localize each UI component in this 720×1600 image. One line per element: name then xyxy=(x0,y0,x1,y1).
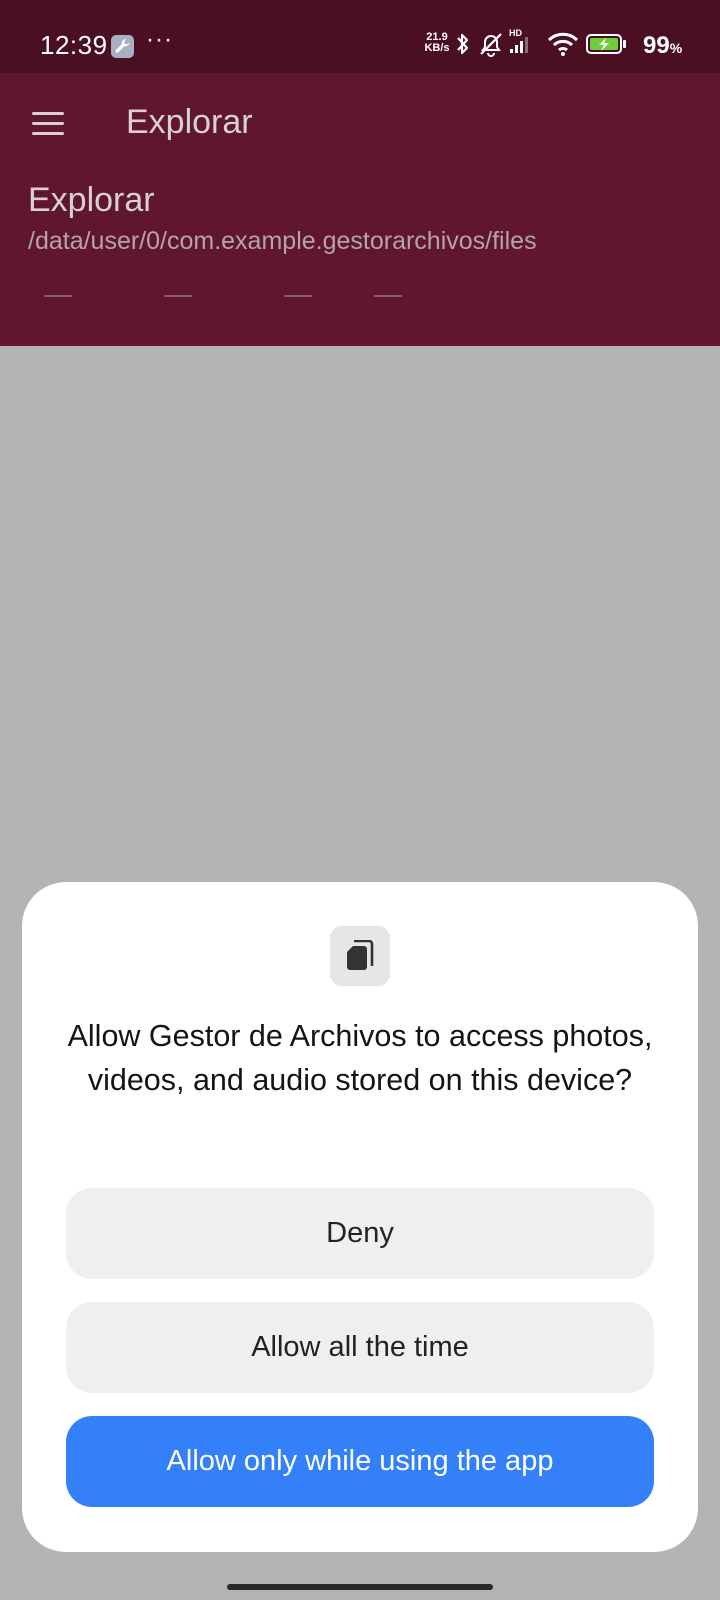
deny-button[interactable]: Deny xyxy=(66,1188,654,1279)
home-indicator[interactable] xyxy=(227,1584,493,1590)
tab-indicator xyxy=(164,295,192,297)
file-copy-icon xyxy=(330,926,390,986)
network-speed-unit: KB/s xyxy=(424,42,450,54)
bluetooth-icon xyxy=(457,33,469,55)
allow-while-using-button[interactable]: Allow only while using the app xyxy=(66,1416,654,1507)
wrench-icon xyxy=(111,35,134,58)
permission-message: Allow Gestor de Archivos to access photo… xyxy=(67,1019,653,1097)
app-bar: Explorar Explorar /data/user/0/com.examp… xyxy=(0,73,720,346)
alarm-off-icon xyxy=(480,33,502,57)
battery-charging-icon xyxy=(586,34,626,54)
section-title: Explorar xyxy=(28,181,155,219)
wifi-icon xyxy=(547,32,579,56)
tab-indicator xyxy=(44,295,72,297)
tab-indicator xyxy=(284,295,312,297)
current-path: /data/user/0/com.example.gestorarchivos/… xyxy=(28,227,537,255)
battery-percent: 99% xyxy=(643,32,682,60)
hamburger-menu-icon[interactable] xyxy=(28,103,68,143)
network-speed: 21.9 KB/s xyxy=(420,32,454,54)
battery-percent-sign: % xyxy=(669,40,683,56)
allow-all-the-time-button[interactable]: Allow all the time xyxy=(66,1302,654,1393)
status-bar: 12:39 ··· 21.9 KB/s HD 99% xyxy=(0,0,720,73)
tab-indicators xyxy=(0,295,720,303)
status-time: 12:39 xyxy=(40,30,108,60)
tab-indicator xyxy=(374,295,402,297)
more-notifications-indicator: ··· xyxy=(146,26,173,53)
app-bar-title: Explorar xyxy=(126,103,253,141)
battery-percent-value: 99 xyxy=(643,32,670,59)
signal-icon: HD xyxy=(509,28,541,58)
permission-dialog: Allow Gestor de Archivos to access photo… xyxy=(22,882,698,1552)
